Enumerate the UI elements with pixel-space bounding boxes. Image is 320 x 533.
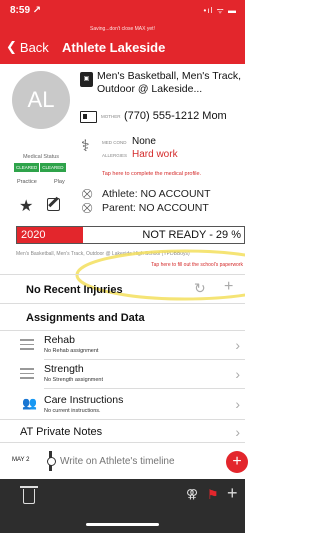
- mother-phone[interactable]: (770) 555-1212 Mom: [124, 110, 227, 122]
- divider: [0, 419, 245, 420]
- rehab-subtitle: No Rehab assignment: [44, 348, 99, 354]
- care-instructions-title[interactable]: Care Instructions: [44, 394, 123, 406]
- caduceus-icon: ⚕: [81, 138, 90, 155]
- school-paperwork-link[interactable]: Tap here to fill out the school's paperw…: [151, 262, 243, 268]
- status-icons: •ıl ᯤ ▬: [203, 6, 237, 15]
- chevron-left-icon: ❮: [6, 39, 17, 54]
- chevron-right-icon[interactable]: ›: [235, 366, 240, 382]
- gender-icon[interactable]: ⚢: [186, 487, 198, 501]
- team-info: Men's Basketball, Men's Track, Outdoor @…: [16, 251, 190, 257]
- divider: [44, 359, 245, 360]
- list-icon: [20, 368, 34, 382]
- chevron-right-icon[interactable]: ›: [235, 424, 240, 440]
- practice-label: Practice: [17, 179, 37, 185]
- recent-injuries-title: No Recent Injuries: [26, 284, 123, 296]
- care-instructions-subtitle: No current instructions.: [44, 408, 101, 414]
- nav-bar: ❮ Back Athlete Lakeside: [0, 34, 245, 64]
- jersey-icon: ▣: [80, 72, 93, 87]
- back-button[interactable]: ❮ Back: [6, 39, 49, 55]
- edit-icon[interactable]: [47, 198, 60, 211]
- people-icon: 👥: [22, 396, 37, 410]
- play-label: Play: [54, 179, 65, 185]
- chevron-right-icon[interactable]: ›: [235, 337, 240, 353]
- complete-medical-link[interactable]: Tap here to complete the medical profile…: [102, 171, 201, 177]
- trash-icon[interactable]: [20, 486, 38, 504]
- parent-account-icon: ⛒: [82, 203, 93, 214]
- readiness-bar[interactable]: 2020 NOT READY - 29 %: [16, 226, 245, 244]
- divider: [0, 442, 245, 443]
- plus-icon[interactable]: +: [227, 483, 238, 504]
- alert-icon[interactable]: ⚑: [207, 487, 219, 503]
- divider: [0, 303, 245, 304]
- medical-status-label: Medical Status: [22, 154, 60, 160]
- practice-cleared-badge[interactable]: CLEARED: [14, 163, 40, 172]
- divider: [44, 388, 245, 389]
- athlete-account-icon: ⛒: [82, 189, 93, 200]
- allergies-label: ALLERGIES: [102, 153, 128, 158]
- add-injury-button[interactable]: +: [224, 278, 233, 296]
- home-indicator: [86, 523, 159, 526]
- assignments-title: Assignments and Data: [26, 312, 145, 324]
- history-icon[interactable]: ↻: [194, 280, 206, 297]
- med-cond-value: None: [132, 136, 156, 147]
- contact-card-icon: [80, 111, 97, 123]
- page-title: Athlete Lakeside: [62, 40, 166, 55]
- divider: [0, 330, 245, 331]
- add-timeline-button[interactable]: +: [226, 451, 248, 473]
- strength-title[interactable]: Strength: [44, 363, 84, 375]
- med-cond-label: MED COND: [102, 140, 127, 145]
- readiness-status: NOT READY - 29 %: [142, 229, 241, 241]
- list-icon: [20, 339, 34, 353]
- at-private-notes[interactable]: AT Private Notes: [20, 426, 102, 438]
- chevron-right-icon[interactable]: ›: [235, 396, 240, 412]
- bottom-toolbar: ⚢ ⚑ +: [0, 479, 245, 533]
- avatar[interactable]: AL: [12, 71, 70, 129]
- saving-message: Saving...don't close MAX yet!: [90, 26, 155, 32]
- athlete-account[interactable]: Athlete: NO ACCOUNT: [102, 188, 211, 200]
- allergies-value: Hard work: [132, 149, 178, 160]
- divider: [0, 274, 245, 275]
- play-cleared-badge[interactable]: CLEARED: [40, 163, 66, 172]
- status-time: 8:59 ↗: [10, 5, 42, 16]
- sports-teams[interactable]: Men's Basketball, Men's Track, Outdoor @…: [97, 70, 243, 96]
- parent-account[interactable]: Parent: NO ACCOUNT: [102, 202, 209, 214]
- star-icon[interactable]: ★: [19, 196, 33, 216]
- timeline-input[interactable]: [60, 453, 220, 469]
- readiness-year: 2020: [21, 229, 46, 241]
- status-bar: 8:59 ↗ •ıl ᯤ ▬ Saving...don't close MAX …: [0, 0, 245, 34]
- timeline-date: MAY 2: [12, 457, 30, 463]
- strength-subtitle: No Strength assignment: [44, 377, 104, 383]
- mother-label: MOTHER: [101, 114, 121, 119]
- back-label: Back: [19, 39, 49, 55]
- avatar-initials: AL: [27, 87, 55, 112]
- timeline-icon: [47, 451, 56, 471]
- clearance-badges: CLEARED CLEARED: [14, 163, 66, 172]
- rehab-title[interactable]: Rehab: [44, 334, 75, 346]
